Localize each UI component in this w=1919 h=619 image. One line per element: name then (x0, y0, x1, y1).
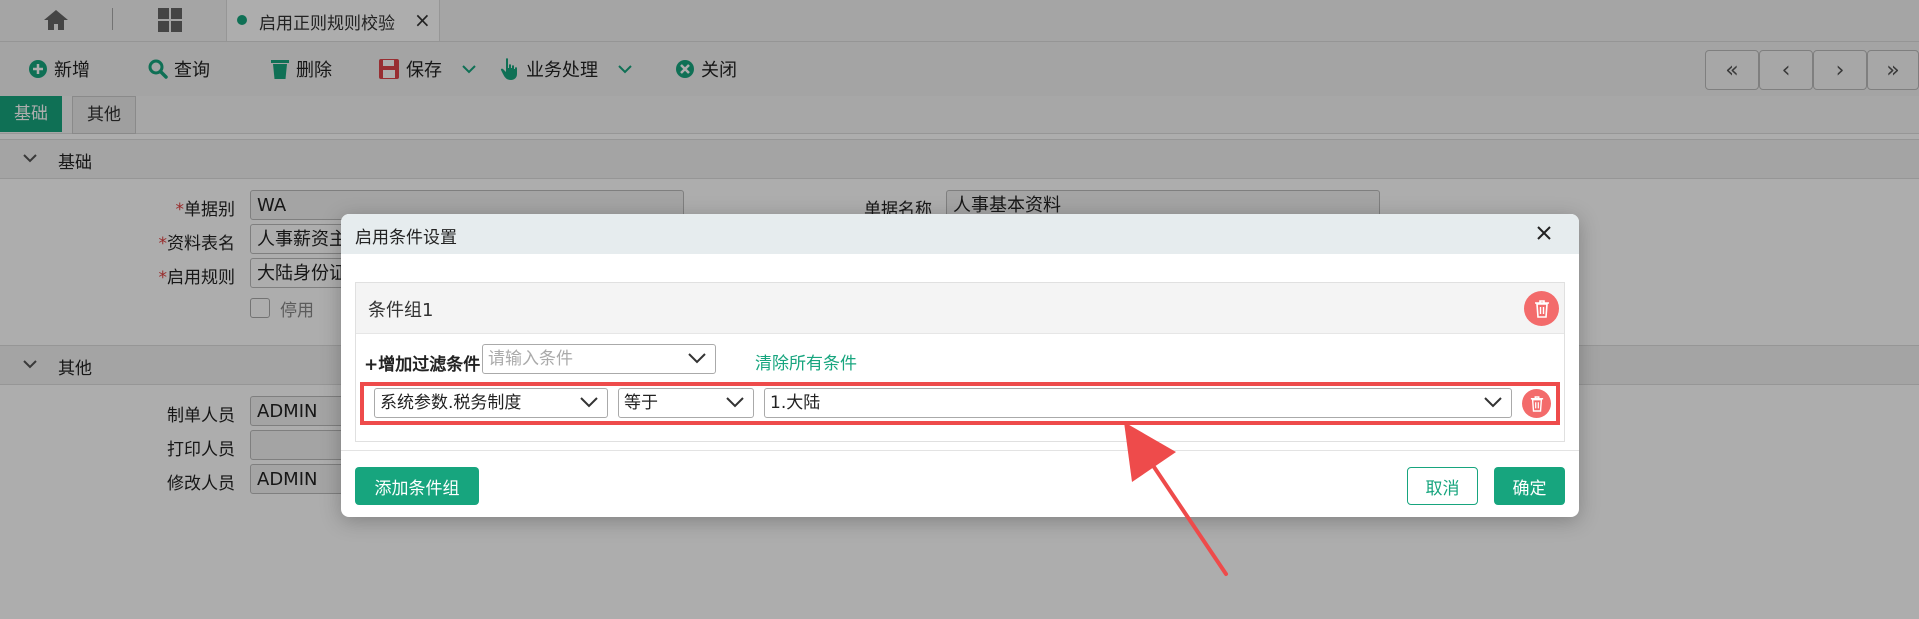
annotation-arrow (1124, 422, 1228, 576)
